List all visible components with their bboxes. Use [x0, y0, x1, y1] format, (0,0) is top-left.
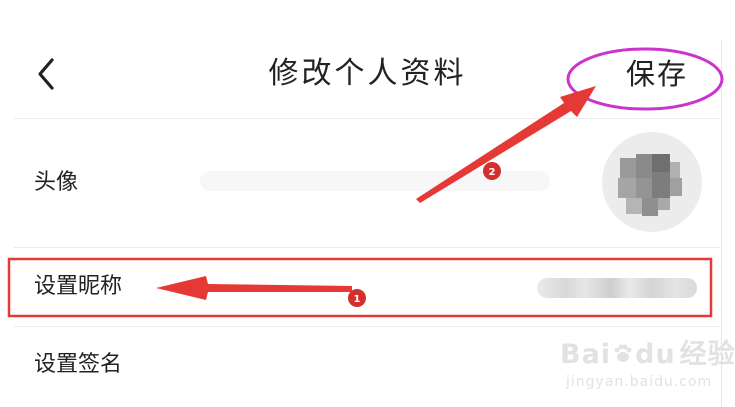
- row-label-nickname: 设置昵称: [34, 274, 123, 299]
- watermark-logo: Bai du 经验: [560, 339, 735, 370]
- nickname-value-blurred: [537, 278, 697, 298]
- page-header: 修改个人资料 保存: [0, 0, 735, 118]
- watermark-url: jingyan.baidu.com: [566, 374, 713, 390]
- blurred-placeholder: [200, 171, 550, 191]
- avatar[interactable]: [602, 132, 702, 232]
- row-label-signature: 设置签名: [34, 352, 123, 377]
- paw-icon: [614, 344, 632, 362]
- row-nickname[interactable]: 设置昵称: [14, 248, 720, 326]
- row-label-avatar: 头像: [34, 170, 79, 195]
- baidu-watermark: Bai du 经验 jingyan.baidu.com: [560, 338, 735, 402]
- save-button[interactable]: 保存: [626, 54, 688, 94]
- pixelated-avatar-image: [618, 154, 682, 216]
- page-title: 修改个人资料: [268, 56, 467, 91]
